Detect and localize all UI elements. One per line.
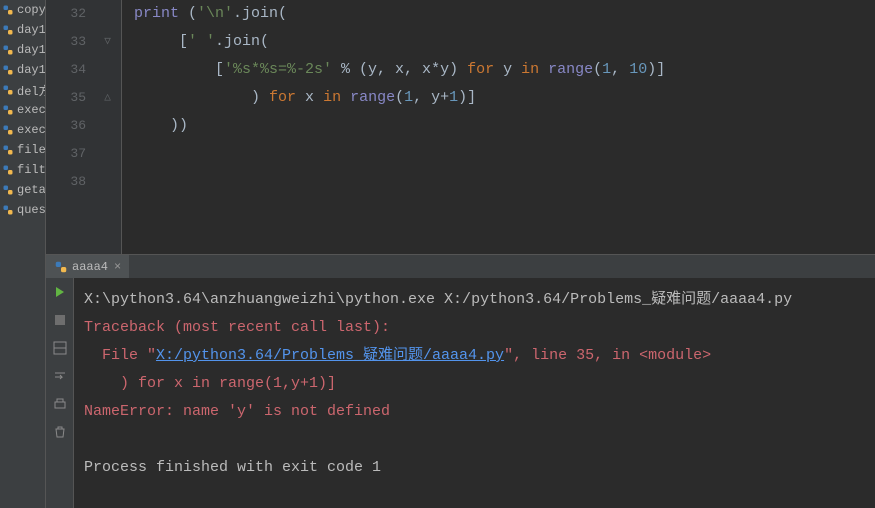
python-file-icon — [2, 104, 14, 116]
line-number: 37 — [46, 140, 86, 168]
code-line[interactable]: [' '.join( — [122, 28, 875, 56]
tree-item[interactable]: copy — [0, 0, 45, 20]
tree-label: geta — [17, 183, 45, 197]
line-number: 35 — [46, 84, 86, 112]
python-file-icon — [2, 84, 14, 96]
console-output[interactable]: X:\python3.64\anzhuangweizhi\python.exe … — [74, 278, 875, 508]
console-line: Process finished with exit code 1 — [84, 454, 865, 482]
print-icon[interactable] — [50, 394, 70, 414]
python-file-icon — [2, 124, 14, 136]
tree-label: day1 — [17, 23, 45, 37]
code-line[interactable] — [122, 140, 875, 168]
tree-label: copy — [17, 3, 45, 17]
console-line: Traceback (most recent call last): — [84, 314, 865, 342]
tree-label: filter — [17, 163, 45, 177]
run-tab-bar: aaaa4 × — [46, 254, 875, 278]
fold-expand-icon[interactable]: △ — [94, 84, 121, 112]
tree-item[interactable]: filter — [0, 160, 45, 180]
fold-icon[interactable] — [94, 56, 121, 84]
python-file-icon — [54, 260, 68, 274]
tree-item[interactable]: file_e — [0, 140, 45, 160]
code-line[interactable] — [122, 168, 875, 196]
tree-label: day1 — [17, 63, 45, 77]
line-number: 34 — [46, 56, 86, 84]
line-number: 33 — [46, 28, 86, 56]
tree-label: file_e — [17, 143, 45, 157]
project-tree[interactable]: copy day1 day1 day1 del方 exec exec file_… — [0, 0, 46, 508]
tree-item[interactable]: geta — [0, 180, 45, 200]
python-file-icon — [2, 4, 14, 16]
trash-icon[interactable] — [50, 422, 70, 442]
python-file-icon — [2, 24, 14, 36]
tree-label: del方 — [17, 82, 45, 99]
tree-item[interactable]: ques — [0, 200, 45, 220]
console-line: ) for x in range(1,y+1)] — [84, 370, 865, 398]
main-area: 32 33 34 35 36 37 38 ▽ △ print ('\n'.joi… — [46, 0, 875, 508]
fold-icon[interactable] — [94, 168, 121, 196]
tree-item[interactable]: del方 — [0, 80, 45, 100]
layout-icon[interactable] — [50, 338, 70, 358]
python-file-icon — [2, 144, 14, 156]
tree-item[interactable]: day1 — [0, 20, 45, 40]
code-line[interactable]: )) — [122, 112, 875, 140]
code-line[interactable]: ['%s*%s=%-2s' % (y, x, x*y) for y in ran… — [122, 56, 875, 84]
tree-item[interactable]: day1 — [0, 60, 45, 80]
console-line: NameError: name 'y' is not defined — [84, 398, 865, 426]
line-number: 38 — [46, 168, 86, 196]
fold-collapse-icon[interactable]: ▽ — [94, 28, 121, 56]
tree-label: ques — [17, 203, 45, 217]
tree-label: day1 — [17, 43, 45, 57]
soft-wrap-icon[interactable] — [50, 366, 70, 386]
python-file-icon — [2, 204, 14, 216]
fold-column: ▽ △ — [94, 0, 122, 254]
line-number: 32 — [46, 0, 86, 28]
code-line[interactable]: ) for x in range(1, y+1)] — [122, 84, 875, 112]
console-line: X:\python3.64\anzhuangweizhi\python.exe … — [84, 286, 865, 314]
tree-item[interactable]: exec — [0, 100, 45, 120]
console-line — [84, 426, 865, 454]
close-icon[interactable]: × — [114, 260, 121, 274]
console-toolbar — [46, 278, 74, 508]
code-editor[interactable]: 32 33 34 35 36 37 38 ▽ △ print ('\n'.joi… — [46, 0, 875, 254]
python-file-icon — [2, 184, 14, 196]
fold-icon[interactable] — [94, 0, 121, 28]
stop-icon[interactable] — [50, 310, 70, 330]
code-area[interactable]: print ('\n'.join( [' '.join( ['%s*%s=%-2… — [122, 0, 875, 254]
python-file-icon — [2, 164, 14, 176]
code-line[interactable]: print ('\n'.join( — [122, 0, 875, 28]
tree-item[interactable]: day1 — [0, 40, 45, 60]
rerun-icon[interactable] — [50, 282, 70, 302]
run-tab[interactable]: aaaa4 × — [46, 255, 129, 279]
line-number: 36 — [46, 112, 86, 140]
tree-item[interactable]: exec — [0, 120, 45, 140]
tree-label: exec — [17, 123, 45, 137]
file-link[interactable]: X:/python3.64/Problems_疑难问题/aaaa4.py — [156, 347, 504, 364]
console-line: File "X:/python3.64/Problems_疑难问题/aaaa4.… — [84, 342, 865, 370]
tree-label: exec — [17, 103, 45, 117]
fold-icon[interactable] — [94, 140, 121, 168]
fold-icon[interactable] — [94, 112, 121, 140]
console-panel: X:\python3.64\anzhuangweizhi\python.exe … — [46, 278, 875, 508]
python-file-icon — [2, 44, 14, 56]
line-number-gutter: 32 33 34 35 36 37 38 — [46, 0, 94, 254]
run-tab-label: aaaa4 — [72, 260, 108, 274]
python-file-icon — [2, 64, 14, 76]
